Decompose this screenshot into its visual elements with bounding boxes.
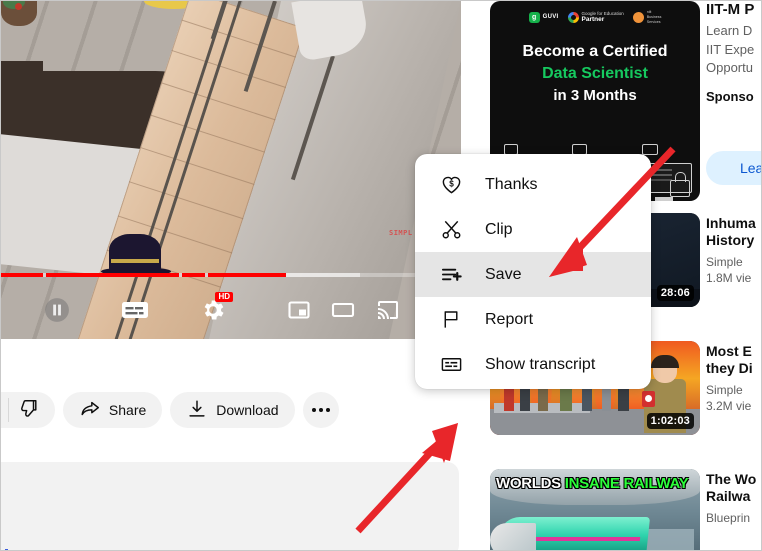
video-thumbnail[interactable]: WORLDS INSANE RAILWAY <box>490 469 700 550</box>
video-info: Most E they Di Simple 3.2M vie <box>706 343 761 414</box>
menu-item-show-transcript[interactable]: Show transcript <box>415 342 651 387</box>
three-dots-icon <box>311 408 330 412</box>
view-count: 1.8M vie <box>706 271 752 286</box>
video-duration: 1:02:03 <box>646 413 694 429</box>
video-progress-bar[interactable] <box>1 273 461 277</box>
chapter-divider <box>179 273 182 277</box>
share-arrow-icon <box>79 398 101 423</box>
more-actions-button[interactable] <box>302 392 339 428</box>
subtitles-button[interactable] <box>115 290 155 330</box>
download-icon <box>186 398 208 423</box>
like-dislike-divider <box>7 398 9 422</box>
chapter-divider <box>43 273 46 277</box>
cast-button[interactable] <box>367 290 407 330</box>
video-title-line-2: they Di <box>706 360 753 377</box>
player-controls: HD <box>1 281 461 339</box>
video-title-line-2: History <box>706 232 755 249</box>
video-info: The Wo Railwa Blueprin <box>706 471 761 525</box>
video-player[interactable]: SIMPL HD <box>1 1 461 339</box>
youtube-watch-page: SIMPL HD Share Download g GUVI Google fo… <box>0 0 762 551</box>
lock-icon <box>670 172 690 197</box>
video-title-line-1: Inhuma <box>706 215 756 231</box>
pause-button[interactable] <box>37 290 77 330</box>
video-info: Inhuma History Simple 1.8M vie <box>706 215 761 286</box>
video-title-line-2: Railwa <box>706 488 751 505</box>
heart-dollar-icon: $ <box>439 173 463 197</box>
learn-more-button[interactable]: Lear <box>706 151 761 185</box>
channel-name[interactable]: Simple <box>706 255 761 269</box>
ad-title: IIT-M P <box>706 1 755 18</box>
video-watermark: SIMPL <box>389 229 413 237</box>
video-description-box[interactable] <box>1 462 459 550</box>
ad-description-line-1: Learn D <box>706 23 753 39</box>
partner-badge-logo: niit Business Services <box>632 10 661 25</box>
video-title-line-1: The Wo <box>706 471 757 487</box>
settings-button[interactable]: HD <box>193 290 233 330</box>
menu-item-label: Clip <box>485 220 513 238</box>
menu-item-report[interactable]: Report <box>415 297 651 342</box>
ad-logo-row: g GUVI Google for Education Partner niit… <box>490 10 700 25</box>
guvi-logo: g GUVI <box>528 11 559 23</box>
ad-text-block: IIT-M P Learn D IIT Expe Opportu Sponso <box>706 1 761 104</box>
video-duration: 28:06 <box>656 285 694 301</box>
video-frame-flower <box>15 3 22 10</box>
menu-item-save[interactable]: Save <box>415 252 651 297</box>
share-button[interactable]: Share <box>62 392 163 428</box>
channel-name[interactable]: Simple <box>706 383 761 397</box>
view-count: 3.2M vie <box>706 399 752 414</box>
google-for-education-logo: Google for Education Partner <box>567 11 624 24</box>
more-actions-menu: $ Thanks Clip Save Report Show transcrip… <box>415 154 651 389</box>
like-dislike-group[interactable]: 17K <box>1 392 55 428</box>
transcript-icon <box>439 353 463 377</box>
ad-heading-line-1: Become a Certified <box>522 43 668 60</box>
chapter-divider <box>205 273 208 277</box>
hd-quality-badge: HD <box>215 292 233 302</box>
menu-item-label: Show transcript <box>485 355 596 373</box>
list-item[interactable]: WORLDS INSANE RAILWAY The Wo Railwa Blue… <box>488 469 761 550</box>
ad-description-line-2: IIT Expe <box>706 41 755 57</box>
channel-name[interactable]: Blueprin <box>706 511 761 525</box>
ad-description-line-3: Opportu <box>706 60 753 76</box>
ad-heading-line-3: in 3 Months <box>553 87 637 104</box>
svg-text:$: $ <box>449 180 454 189</box>
ad-heading-line-2: Data Scientist <box>542 65 648 82</box>
download-button[interactable]: Download <box>170 392 295 428</box>
scissors-icon <box>439 218 463 242</box>
sponsored-label: Sponso <box>706 88 754 104</box>
video-frame-hat-band <box>111 259 159 263</box>
miniplayer-button[interactable] <box>279 290 319 330</box>
video-title-line-1: Most E <box>706 343 752 359</box>
menu-item-label: Report <box>485 310 534 328</box>
theater-button[interactable] <box>323 290 363 330</box>
share-label: Share <box>108 402 147 418</box>
menu-item-clip[interactable]: Clip <box>415 207 651 252</box>
menu-item-thanks[interactable]: $ Thanks <box>415 162 651 207</box>
thumbs-down-icon[interactable] <box>17 398 39 423</box>
menu-item-label: Thanks <box>485 175 538 193</box>
download-label: Download <box>216 402 279 418</box>
thumbnail-overlay-text: WORLDS INSANE RAILWAY <box>496 475 689 492</box>
save-playlist-icon <box>439 263 463 287</box>
flag-icon <box>439 308 463 332</box>
menu-item-label: Save <box>485 265 522 283</box>
